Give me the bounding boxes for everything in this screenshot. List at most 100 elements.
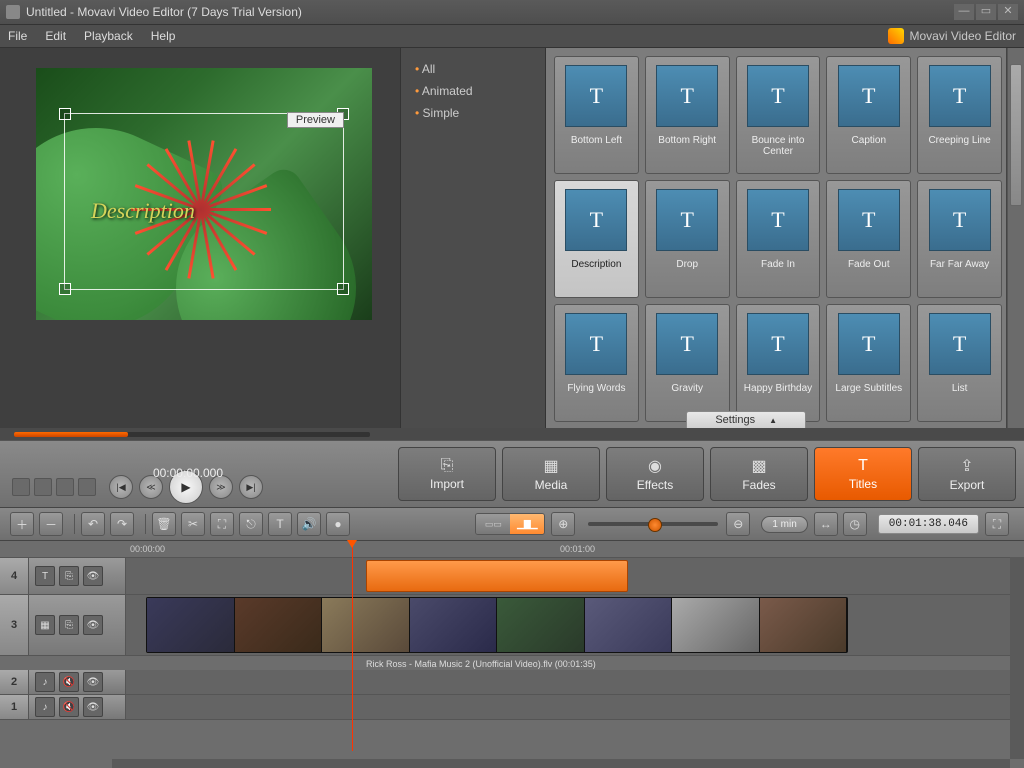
title-card-bounce-into-center[interactable]: Bounce into Center (736, 56, 821, 174)
category-all[interactable]: All (401, 58, 545, 80)
mute-icon[interactable]: 🔇 (59, 697, 79, 717)
menu-file[interactable]: File (8, 29, 27, 43)
crop-button[interactable]: ⛶ (210, 512, 234, 536)
title-card-bottom-right[interactable]: Bottom Right (645, 56, 730, 174)
timeline-view-icon[interactable]: ▁▇▁ (510, 514, 544, 534)
zoom-out-button[interactable]: ⊖ (726, 512, 750, 536)
clock-icon[interactable]: ◷ (843, 512, 867, 536)
title-card-happy-birthday[interactable]: Happy Birthday (736, 304, 821, 422)
title-card-creeping-line[interactable]: Creeping Line (917, 56, 1002, 174)
category-animated[interactable]: Animated (401, 80, 545, 102)
audio-track-icon[interactable]: ♪ (35, 697, 55, 717)
delete-button[interactable]: 🗑 (152, 512, 176, 536)
titles-grid: Bottom Left Bottom Right Bounce into Cen… (546, 48, 1007, 428)
timeline-scrollbar-v[interactable] (1010, 557, 1024, 759)
timeline-unit[interactable]: 1 min (761, 516, 807, 533)
crop-handle-br[interactable] (337, 283, 349, 295)
zoom-in-button[interactable]: ⊕ (551, 512, 575, 536)
menu-playback[interactable]: Playback (84, 29, 133, 43)
track-content[interactable]: Rick Ross - Mafia Music 2 (Unofficial Vi… (126, 595, 1024, 655)
title-card-gravity[interactable]: Gravity (645, 304, 730, 422)
close-button[interactable]: ✕ (998, 4, 1018, 20)
crop-handle-bl[interactable] (59, 283, 71, 295)
add-track-button[interactable]: ＋ (10, 512, 34, 536)
track-content[interactable] (126, 558, 1024, 594)
title-card-fade-in[interactable]: Fade In (736, 180, 821, 298)
title-card-description[interactable]: Description (554, 180, 639, 298)
title-card-fade-out[interactable]: Fade Out (826, 180, 911, 298)
timeline-ruler[interactable]: 00:00:00 00:01:00 (0, 541, 1024, 558)
video-clip[interactable] (146, 597, 848, 653)
scrollbar-thumb[interactable] (1010, 64, 1022, 206)
zoom-slider[interactable] (588, 522, 718, 526)
title-thumb-icon (929, 65, 991, 127)
settings-tab[interactable]: Settings (686, 411, 806, 428)
track-controls: ♪ 🔇 👁 (29, 695, 126, 719)
audio-button[interactable]: 🔊 (297, 512, 321, 536)
next-button[interactable]: ▶| (239, 475, 263, 499)
menu-help[interactable]: Help (151, 29, 176, 43)
timeline-view-toggle[interactable]: ▭▭ ▁▇▁ (475, 513, 545, 535)
redo-button[interactable]: ↷ (110, 512, 134, 536)
minimize-button[interactable]: — (954, 4, 974, 20)
tool-3d-icon[interactable] (12, 478, 30, 496)
title-thumb-icon (656, 313, 718, 375)
tool-snapshot-icon[interactable] (56, 478, 74, 496)
title-clip[interactable] (366, 560, 628, 592)
undo-button[interactable]: ↶ (81, 512, 105, 536)
link-icon[interactable]: ⎘ (59, 615, 79, 635)
fullscreen-button[interactable]: ⛶ (985, 512, 1009, 536)
title-card-list[interactable]: List (917, 304, 1002, 422)
track-content[interactable] (126, 670, 1024, 694)
title-thumb-icon (838, 65, 900, 127)
title-overlay-text[interactable]: Description (91, 198, 195, 224)
remove-track-button[interactable]: － (39, 512, 63, 536)
storyboard-view-icon[interactable]: ▭▭ (476, 514, 510, 534)
prev-button[interactable]: |◀ (109, 475, 133, 499)
playhead[interactable] (352, 541, 353, 751)
seek-track[interactable] (14, 432, 370, 437)
text-button[interactable]: T (268, 512, 292, 536)
title-card-bottom-left[interactable]: Bottom Left (554, 56, 639, 174)
link-icon[interactable]: ⎘ (59, 566, 79, 586)
title-card-flying-words[interactable]: Flying Words (554, 304, 639, 422)
mode-fades[interactable]: ▩Fades (710, 447, 808, 501)
track-content[interactable] (126, 695, 1024, 719)
visibility-icon[interactable]: 👁 (83, 615, 103, 635)
title-track-icon[interactable]: T (35, 566, 55, 586)
mode-titles[interactable]: TTitles (814, 447, 912, 501)
mode-effects[interactable]: ◉Effects (606, 447, 704, 501)
mode-media[interactable]: ▦Media (502, 447, 600, 501)
fit-button[interactable]: ↔ (814, 512, 838, 536)
track-3: 3 ▦ ⎘ 👁 Rick Ross - Mafia Music 2 (Unoff… (0, 595, 1024, 656)
video-track-icon[interactable]: ▦ (35, 615, 55, 635)
mode-buttons: ⎘Import ▦Media ◉Effects ▩Fades TTitles ⇪… (398, 447, 1016, 501)
title-card-far-far-away[interactable]: Far Far Away (917, 180, 1002, 298)
zoom-slider-thumb[interactable] (648, 518, 662, 532)
audio-track-icon[interactable]: ♪ (35, 672, 55, 692)
record-button[interactable]: ● (326, 512, 350, 536)
title-card-caption[interactable]: Caption (826, 56, 911, 174)
timecode-display[interactable]: 00:01:38.046 (878, 514, 979, 534)
tool-volume-icon[interactable] (78, 478, 96, 496)
timeline: 00:00:00 00:01:00 4 T ⎘ 👁 3 ▦ ⎘ 👁 Rick R… (0, 541, 1024, 768)
title-card-drop[interactable]: Drop (645, 180, 730, 298)
visibility-icon[interactable]: 👁 (83, 672, 103, 692)
maximize-button[interactable]: ▭ (976, 4, 996, 20)
visibility-icon[interactable]: 👁 (83, 566, 103, 586)
timeline-scrollbar-h[interactable] (112, 759, 1010, 768)
split-button[interactable]: ⎋ (239, 512, 263, 536)
mode-export[interactable]: ⇪Export (918, 447, 1016, 501)
cut-button[interactable]: ✂ (181, 512, 205, 536)
track-controls: T ⎘ 👁 (29, 558, 126, 594)
visibility-icon[interactable]: 👁 (83, 697, 103, 717)
titles-scrollbar[interactable] (1007, 48, 1024, 428)
menu-edit[interactable]: Edit (45, 29, 66, 43)
tool-layout-icon[interactable] (34, 478, 52, 496)
title-card-large-subtitles[interactable]: Large Subtitles (826, 304, 911, 422)
mode-import[interactable]: ⎘Import (398, 447, 496, 501)
category-simple[interactable]: Simple (401, 102, 545, 124)
mute-icon[interactable]: 🔇 (59, 672, 79, 692)
preview-viewport[interactable]: Preview Description (36, 68, 372, 320)
crop-handle-tl[interactable] (59, 108, 71, 120)
